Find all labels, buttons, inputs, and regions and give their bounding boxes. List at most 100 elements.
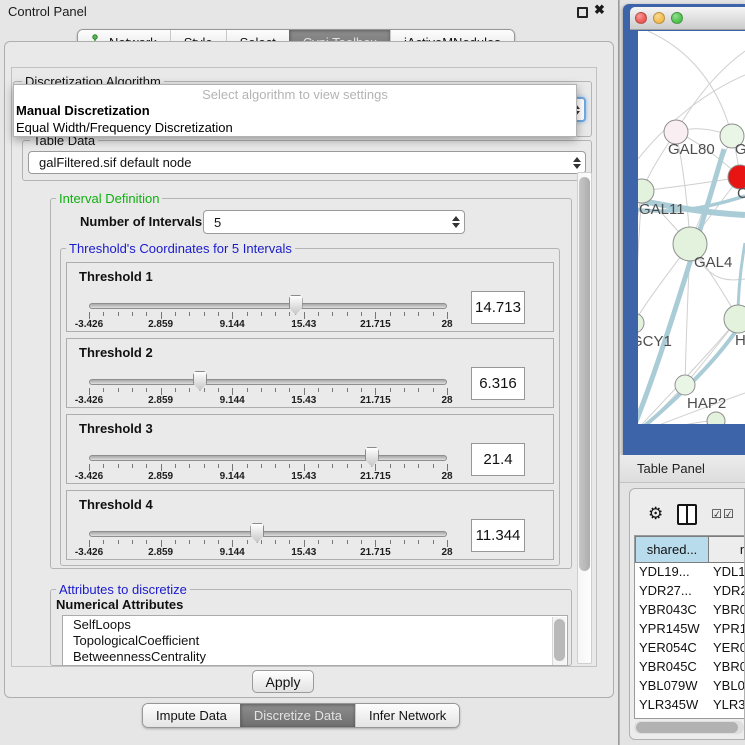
- slider-tick: [332, 388, 333, 392]
- tab-infer-network[interactable]: Infer Network: [355, 704, 459, 727]
- table-cell: YPR1: [709, 620, 745, 639]
- table-data-combobox[interactable]: galFiltered.sif default node: [28, 151, 586, 174]
- slider-tick: [390, 312, 391, 316]
- slider-tick: [318, 464, 319, 468]
- network-node-label: HAP2: [687, 395, 726, 412]
- slider-handle[interactable]: [365, 447, 379, 467]
- network-node-label: H: [735, 332, 745, 349]
- popup-placeholder-text: Select algorithm to view settings: [14, 85, 576, 102]
- slider-tick: [275, 464, 276, 468]
- table-cell: YDL19...: [635, 563, 709, 582]
- slider-track[interactable]: [89, 379, 447, 385]
- slider-track[interactable]: [89, 455, 447, 461]
- attributes-scrollbar-track[interactable]: [552, 617, 566, 666]
- slider-track[interactable]: [89, 531, 447, 537]
- settings-scrollbar-thumb[interactable]: [579, 177, 590, 571]
- slider-tick: [304, 540, 305, 547]
- slider-tick-label: -3.426: [75, 471, 103, 482]
- slider-tick: [261, 464, 262, 468]
- slider-tick: [189, 464, 190, 468]
- number-of-intervals-spinner[interactable]: 5: [203, 210, 465, 234]
- network-node-gcy1[interactable]: [638, 313, 644, 333]
- table-cell: YPR145W: [635, 620, 709, 639]
- slider-tick: [390, 388, 391, 392]
- network-graph[interactable]: GAL80GALCGAL11GAL4GCY1HHAP2: [638, 31, 745, 424]
- popup-item-equal-width-frequency-discretization[interactable]: Equal Width/Frequency Discretization: [14, 119, 576, 136]
- select-columns-icon[interactable]: ☑☑: [711, 507, 735, 521]
- slider-tick: [218, 312, 219, 316]
- numerical-attributes-list[interactable]: SelfLoopsTopologicalCoefficientBetweenne…: [62, 615, 568, 666]
- table-cell: YBR0: [709, 658, 745, 677]
- slider-tick: [289, 388, 290, 392]
- table-row[interactable]: YER054CYER0: [635, 639, 745, 658]
- close-icon[interactable]: ✖: [594, 2, 605, 18]
- table-row[interactable]: YBR043CYBR0: [635, 601, 745, 620]
- close-traffic-light[interactable]: [635, 12, 647, 24]
- table-cell: YDL1: [709, 563, 745, 582]
- table-row[interactable]: YBR045CYBR0: [635, 658, 745, 677]
- slider-tick: [89, 540, 90, 547]
- table-hscrollbar-thumb[interactable]: [636, 722, 738, 733]
- column-header-2[interactable]: n: [709, 536, 745, 563]
- slider-tick-label: 2.859: [148, 471, 173, 482]
- threshold-value-field[interactable]: 6.316: [471, 367, 525, 400]
- slider-handle[interactable]: [289, 295, 303, 315]
- network-edge[interactable]: [648, 31, 732, 136]
- network-node-gal11[interactable]: [638, 179, 654, 203]
- threshold-label: Threshold 4: [79, 497, 153, 512]
- network-node[interactable]: [707, 412, 725, 424]
- slider-tick: [418, 312, 419, 316]
- network-edge[interactable]: [676, 51, 745, 132]
- slider-tick-label: 15.43: [291, 319, 316, 330]
- table-hscrollbar-track[interactable]: [634, 721, 744, 734]
- attribute-list-item[interactable]: SelfLoops: [63, 616, 567, 632]
- table-row[interactable]: YLR345WYLR3: [635, 696, 745, 715]
- slider-tick: [447, 312, 448, 319]
- zoom-traffic-light[interactable]: [671, 12, 683, 24]
- attributes-scrollbar-thumb[interactable]: [554, 619, 565, 661]
- apply-button[interactable]: Apply: [252, 670, 314, 693]
- settings-scrollbar-track[interactable]: [577, 172, 592, 664]
- attribute-list-item[interactable]: BetweennessCentrality: [63, 648, 567, 664]
- slider-tick-label: 2.859: [148, 547, 173, 558]
- slider-tick: [146, 388, 147, 392]
- threshold-value-field[interactable]: 21.4: [471, 443, 525, 476]
- network-node-label: GAL: [735, 141, 745, 158]
- network-node-hap2[interactable]: [675, 375, 695, 395]
- float-window-icon[interactable]: [577, 7, 588, 18]
- threshold-value-field[interactable]: 11.344: [471, 519, 525, 552]
- table-row[interactable]: YDL19...YDL1: [635, 563, 745, 582]
- tab-impute-data[interactable]: Impute Data: [143, 704, 240, 727]
- gene-table[interactable]: shared...n YDL19...YDL1YDR27...YDR2YBR04…: [634, 535, 745, 719]
- minimize-traffic-light[interactable]: [653, 12, 665, 24]
- slider-track[interactable]: [89, 303, 447, 309]
- slider-tick: [347, 464, 348, 468]
- popup-item-manual-discretization[interactable]: Manual Discretization: [14, 102, 576, 119]
- table-row[interactable]: YDR27...YDR2: [635, 582, 745, 601]
- slider-handle[interactable]: [250, 523, 264, 543]
- slider-handle[interactable]: [193, 371, 207, 391]
- column-header-1[interactable]: shared...: [635, 536, 709, 563]
- slider-tick: [361, 312, 362, 316]
- slider-tick: [146, 540, 147, 544]
- slider-tick: [161, 540, 162, 547]
- slider-tick-label: 28: [441, 471, 452, 482]
- threshold-value-field[interactable]: 14.713: [471, 291, 525, 324]
- network-edge[interactable]: [642, 177, 740, 191]
- table-row[interactable]: YIL052CYIL0: [635, 715, 745, 719]
- network-edge[interactable]: [638, 191, 642, 424]
- split-pane-icon[interactable]: [677, 504, 697, 525]
- slider-tick: [304, 388, 305, 395]
- table-row[interactable]: YPR145WYPR1: [635, 620, 745, 639]
- network-node-label: GAL80: [668, 141, 715, 158]
- table-cell: YBR045C: [635, 658, 709, 677]
- slider-tick: [289, 464, 290, 468]
- table-row[interactable]: YBL079WYBL0: [635, 677, 745, 696]
- network-node-h[interactable]: [724, 305, 745, 333]
- attribute-list-item[interactable]: TopologicalCoefficient: [63, 632, 567, 648]
- slider-tick: [347, 540, 348, 544]
- tab-discretize-data[interactable]: Discretize Data: [240, 704, 355, 727]
- gear-icon[interactable]: ⚙: [648, 504, 663, 524]
- network-window-titlebar[interactable]: [630, 7, 745, 30]
- network-canvas[interactable]: GAL80GALCGAL11GAL4GCY1HHAP2: [638, 31, 745, 424]
